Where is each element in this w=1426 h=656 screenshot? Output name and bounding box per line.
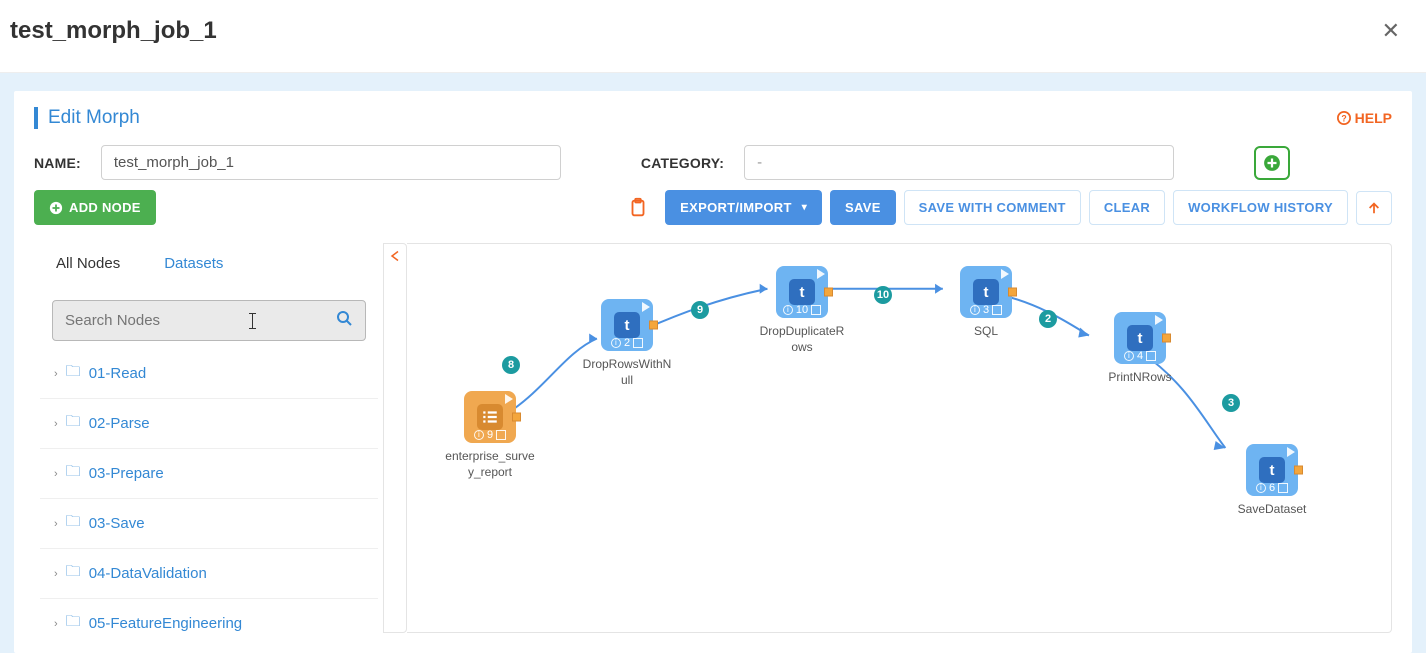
add-category-button[interactable] (1254, 146, 1290, 180)
edge-badge: 9 (691, 301, 709, 319)
plus-circle-icon (1263, 154, 1281, 172)
folder-icon: 🗀 (66, 361, 81, 386)
tree-item-02-parse[interactable]: › 🗀 02-Parse (40, 399, 378, 449)
search-input[interactable] (65, 312, 336, 329)
play-icon (1287, 447, 1295, 457)
page-title: test_morph_job_1 (10, 17, 217, 45)
edge-layer (407, 244, 1391, 632)
node-dropduplicaterows[interactable]: t i10 DropDuplicateRows (757, 266, 847, 355)
clipboard-icon[interactable] (627, 197, 649, 219)
chevron-right-icon: › (54, 368, 58, 380)
play-icon (1001, 269, 1009, 279)
export-import-label: EXPORT/IMPORT (680, 200, 792, 215)
node-num: 9 (487, 429, 493, 441)
chevron-right-icon: › (54, 468, 58, 480)
edge-badge: 10 (874, 286, 892, 304)
tree-item-03-prepare[interactable]: › 🗀 03-Prepare (40, 449, 378, 499)
name-label: NAME: (34, 155, 81, 171)
output-port[interactable] (1294, 466, 1303, 475)
workflow-canvas[interactable]: 8 9 10 2 3 i9 enterprise_survey_report (407, 243, 1392, 633)
folder-icon: 🗀 (66, 611, 81, 633)
node-label: enterprise_survey_report (445, 449, 535, 480)
category-input[interactable] (744, 145, 1174, 180)
category-label: CATEGORY: (641, 155, 724, 171)
output-port[interactable] (1008, 288, 1017, 297)
export-import-button[interactable]: EXPORT/IMPORT (665, 190, 822, 225)
collapse-sidebar-button[interactable] (383, 243, 407, 633)
workflow-history-button[interactable]: WORKFLOW HISTORY (1173, 190, 1348, 225)
node-droprowswithnull[interactable]: t i2 DropRowsWithNull (582, 299, 672, 388)
folder-icon: 🗀 (66, 511, 81, 536)
play-icon (817, 269, 825, 279)
clear-button[interactable]: CLEAR (1089, 190, 1165, 225)
node-enterprise-survey[interactable]: i9 enterprise_survey_report (445, 391, 535, 480)
arrow-up-icon (1367, 201, 1381, 215)
tree-label: 04-DataValidation (89, 565, 207, 582)
list-icon (481, 408, 499, 426)
tree-item-05-featureeng[interactable]: › 🗀 05-FeatureEngineering (40, 599, 378, 633)
node-label: SaveDataset (1227, 502, 1317, 518)
add-node-button[interactable]: ADD NODE (34, 190, 156, 225)
plus-icon (49, 201, 63, 215)
edge-badge: 2 (1039, 310, 1057, 328)
tree-label: 03-Save (89, 515, 145, 532)
search-icon[interactable] (336, 310, 352, 331)
node-num: 2 (624, 337, 630, 349)
play-icon (505, 394, 513, 404)
node-num: 10 (796, 304, 808, 316)
save-button[interactable]: SAVE (830, 190, 896, 225)
output-port[interactable] (824, 288, 833, 297)
play-icon (1155, 315, 1163, 325)
node-num: 4 (1137, 350, 1143, 362)
folder-icon: 🗀 (66, 561, 81, 586)
node-num: 6 (1269, 482, 1275, 494)
tree-item-01-read[interactable]: › 🗀 01-Read (40, 349, 378, 399)
chevron-right-icon: › (54, 618, 58, 630)
folder-icon: 🗀 (66, 411, 81, 436)
node-sql[interactable]: t i3 SQL (941, 266, 1031, 340)
tab-datasets[interactable]: Datasets (142, 243, 245, 284)
help-label: HELP (1355, 110, 1392, 126)
panel-heading: Edit Morph (48, 107, 140, 129)
node-savedataset[interactable]: t i6 SaveDataset (1227, 444, 1317, 518)
tree-label: 05-FeatureEngineering (89, 615, 242, 632)
edge-badge: 8 (502, 356, 520, 374)
help-link[interactable]: ? HELP (1337, 110, 1392, 126)
folder-icon: 🗀 (66, 461, 81, 486)
go-top-button[interactable] (1356, 191, 1392, 225)
tree-item-03-save[interactable]: › 🗀 03-Save (40, 499, 378, 549)
output-port[interactable] (512, 413, 521, 422)
add-node-label: ADD NODE (69, 200, 141, 215)
save-with-comment-button[interactable]: SAVE WITH COMMENT (904, 190, 1081, 225)
tree-label: 02-Parse (89, 415, 150, 432)
help-icon: ? (1337, 111, 1351, 125)
name-input[interactable] (101, 145, 561, 180)
tree-label: 01-Read (89, 365, 147, 382)
tab-all-nodes[interactable]: All Nodes (34, 243, 142, 284)
close-icon[interactable]: ✕ (1366, 14, 1416, 48)
node-num: 3 (983, 304, 989, 316)
tree-item-04-datavalidation[interactable]: › 🗀 04-DataValidation (40, 549, 378, 599)
svg-text:?: ? (1341, 114, 1346, 124)
node-label: PrintNRows (1095, 370, 1185, 386)
tree-label: 03-Prepare (89, 465, 164, 482)
chevron-right-icon: › (54, 518, 58, 530)
chevron-right-icon: › (54, 418, 58, 430)
output-port[interactable] (649, 321, 658, 330)
search-box[interactable] (52, 300, 366, 341)
text-cursor (252, 313, 253, 329)
output-port[interactable] (1162, 334, 1171, 343)
edge-badge: 3 (1222, 394, 1240, 412)
arrow-left-icon (389, 250, 401, 262)
play-icon (642, 302, 650, 312)
node-label: SQL (941, 324, 1031, 340)
node-printnrows[interactable]: t i4 PrintNRows (1095, 312, 1185, 386)
node-label: DropRowsWithNull (582, 357, 672, 388)
chevron-right-icon: › (54, 568, 58, 580)
node-label: DropDuplicateRows (757, 324, 847, 355)
